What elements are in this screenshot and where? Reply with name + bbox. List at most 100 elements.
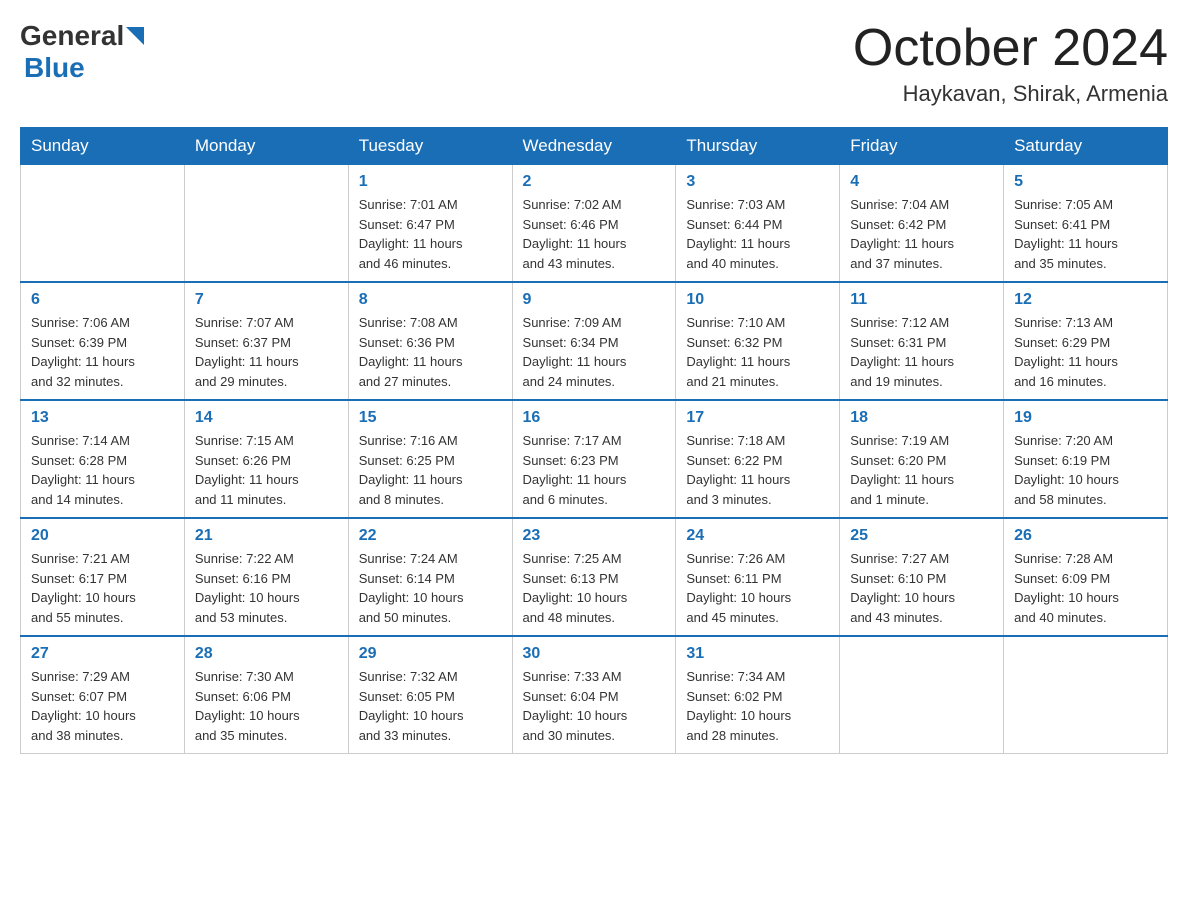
calendar-cell: 24 Sunrise: 7:26 AMSunset: 6:11 PMDayligh… [676, 518, 840, 636]
calendar-cell: 12Sunrise: 7:13 AMSunset: 6:29 PMDayligh… [1004, 282, 1168, 400]
day-info: Sunrise: 7:22 AMSunset: 6:16 PMDaylight:… [195, 549, 338, 627]
calendar-cell [184, 165, 348, 283]
calendar-cell: 18Sunrise: 7:19 AMSunset: 6:20 PMDayligh… [840, 400, 1004, 518]
logo-blue-text: Blue [24, 52, 85, 83]
day-number: 9 [523, 291, 666, 309]
calendar-cell: 22Sunrise: 7:24 AMSunset: 6:14 PMDayligh… [348, 518, 512, 636]
day-info: Sunrise: 7:14 AMSunset: 6:28 PMDaylight:… [31, 431, 174, 509]
day-info: Sunrise: 7:34 AMSunset: 6:02 PMDaylight:… [686, 667, 829, 745]
day-number: 26 [1014, 527, 1157, 545]
calendar-cell: 28 Sunrise: 7:30 AMSunset: 6:06 PMDayligh… [184, 636, 348, 754]
calendar-day-header: Sunday [21, 128, 185, 165]
calendar-cell: 8 Sunrise: 7:08 AMSunset: 6:36 PMDaylight… [348, 282, 512, 400]
day-number: 10 [686, 291, 829, 309]
calendar-cell: 13 Sunrise: 7:14 AMSunset: 6:28 PMDayligh… [21, 400, 185, 518]
calendar-cell: 6Sunrise: 7:06 AMSunset: 6:39 PMDaylight… [21, 282, 185, 400]
logo-triangle-icon [126, 27, 144, 45]
day-number: 19 [1014, 409, 1157, 427]
calendar-week-row: 13 Sunrise: 7:14 AMSunset: 6:28 PMDayligh… [21, 400, 1168, 518]
day-number: 2 [523, 173, 666, 191]
calendar-cell: 16 Sunrise: 7:17 AMSunset: 6:23 PMDayligh… [512, 400, 676, 518]
day-info: Sunrise: 7:05 AMSunset: 6:41 PMDaylight:… [1014, 195, 1157, 273]
day-number: 13 [31, 409, 174, 427]
calendar-cell: 31 Sunrise: 7:34 AMSunset: 6:02 PMDayligh… [676, 636, 840, 754]
day-info: Sunrise: 7:06 AMSunset: 6:39 PMDaylight:… [31, 313, 174, 391]
day-number: 31 [686, 645, 829, 663]
day-info: Sunrise: 7:09 AMSunset: 6:34 PMDaylight:… [523, 313, 666, 391]
day-info: Sunrise: 7:26 AMSunset: 6:11 PMDaylight:… [686, 549, 829, 627]
day-info: Sunrise: 7:04 AMSunset: 6:42 PMDaylight:… [850, 195, 993, 273]
day-number: 5 [1014, 173, 1157, 191]
month-title: October 2024 [853, 20, 1168, 77]
calendar-cell: 27 Sunrise: 7:29 AMSunset: 6:07 PMDayligh… [21, 636, 185, 754]
day-number: 29 [359, 645, 502, 663]
calendar-cell: 2 Sunrise: 7:02 AMSunset: 6:46 PMDaylight… [512, 165, 676, 283]
day-info: Sunrise: 7:12 AMSunset: 6:31 PMDaylight:… [850, 313, 993, 391]
calendar-cell: 11 Sunrise: 7:12 AMSunset: 6:31 PMDayligh… [840, 282, 1004, 400]
day-info: Sunrise: 7:01 AMSunset: 6:47 PMDaylight:… [359, 195, 502, 273]
calendar-week-row: 20 Sunrise: 7:21 AMSunset: 6:17 PMDayligh… [21, 518, 1168, 636]
day-number: 24 [686, 527, 829, 545]
day-number: 11 [850, 291, 993, 309]
calendar-week-row: 27 Sunrise: 7:29 AMSunset: 6:07 PMDayligh… [21, 636, 1168, 754]
calendar-table: SundayMondayTuesdayWednesdayThursdayFrid… [20, 127, 1168, 754]
calendar-day-header: Saturday [1004, 128, 1168, 165]
calendar-week-row: 6Sunrise: 7:06 AMSunset: 6:39 PMDaylight… [21, 282, 1168, 400]
day-info: Sunrise: 7:02 AMSunset: 6:46 PMDaylight:… [523, 195, 666, 273]
day-number: 20 [31, 527, 174, 545]
day-info: Sunrise: 7:30 AMSunset: 6:06 PMDaylight:… [195, 667, 338, 745]
day-info: Sunrise: 7:16 AMSunset: 6:25 PMDaylight:… [359, 431, 502, 509]
calendar-cell: 7Sunrise: 7:07 AMSunset: 6:37 PMDaylight… [184, 282, 348, 400]
calendar-header-row: SundayMondayTuesdayWednesdayThursdayFrid… [21, 128, 1168, 165]
day-info: Sunrise: 7:29 AMSunset: 6:07 PMDaylight:… [31, 667, 174, 745]
day-info: Sunrise: 7:15 AMSunset: 6:26 PMDaylight:… [195, 431, 338, 509]
calendar-day-header: Tuesday [348, 128, 512, 165]
calendar-cell: 19 Sunrise: 7:20 AMSunset: 6:19 PMDayligh… [1004, 400, 1168, 518]
day-info: Sunrise: 7:32 AMSunset: 6:05 PMDaylight:… [359, 667, 502, 745]
calendar-day-header: Monday [184, 128, 348, 165]
day-info: Sunrise: 7:10 AMSunset: 6:32 PMDaylight:… [686, 313, 829, 391]
calendar-week-row: 1 Sunrise: 7:01 AMSunset: 6:47 PMDaylight… [21, 165, 1168, 283]
calendar-cell: 21 Sunrise: 7:22 AMSunset: 6:16 PMDayligh… [184, 518, 348, 636]
calendar-cell: 26 Sunrise: 7:28 AMSunset: 6:09 PMDayligh… [1004, 518, 1168, 636]
calendar-cell: 25Sunrise: 7:27 AMSunset: 6:10 PMDayligh… [840, 518, 1004, 636]
day-number: 21 [195, 527, 338, 545]
day-number: 3 [686, 173, 829, 191]
day-number: 8 [359, 291, 502, 309]
location-text: Haykavan, Shirak, Armenia [853, 81, 1168, 107]
page-header: General Blue October 2024 Haykavan, Shir… [20, 20, 1168, 107]
calendar-cell: 30Sunrise: 7:33 AMSunset: 6:04 PMDayligh… [512, 636, 676, 754]
calendar-cell: 4Sunrise: 7:04 AMSunset: 6:42 PMDaylight… [840, 165, 1004, 283]
calendar-cell: 10 Sunrise: 7:10 AMSunset: 6:32 PMDayligh… [676, 282, 840, 400]
calendar-cell: 29 Sunrise: 7:32 AMSunset: 6:05 PMDayligh… [348, 636, 512, 754]
day-number: 16 [523, 409, 666, 427]
logo: General Blue [20, 20, 144, 84]
calendar-cell: 9 Sunrise: 7:09 AMSunset: 6:34 PMDaylight… [512, 282, 676, 400]
day-info: Sunrise: 7:20 AMSunset: 6:19 PMDaylight:… [1014, 431, 1157, 509]
calendar-cell [1004, 636, 1168, 754]
day-number: 18 [850, 409, 993, 427]
day-number: 28 [195, 645, 338, 663]
calendar-day-header: Wednesday [512, 128, 676, 165]
day-info: Sunrise: 7:13 AMSunset: 6:29 PMDaylight:… [1014, 313, 1157, 391]
calendar-cell: 17 Sunrise: 7:18 AMSunset: 6:22 PMDayligh… [676, 400, 840, 518]
calendar-cell [21, 165, 185, 283]
day-info: Sunrise: 7:21 AMSunset: 6:17 PMDaylight:… [31, 549, 174, 627]
day-number: 25 [850, 527, 993, 545]
day-info: Sunrise: 7:28 AMSunset: 6:09 PMDaylight:… [1014, 549, 1157, 627]
calendar-cell: 23Sunrise: 7:25 AMSunset: 6:13 PMDayligh… [512, 518, 676, 636]
day-number: 14 [195, 409, 338, 427]
calendar-cell: 3Sunrise: 7:03 AMSunset: 6:44 PMDaylight… [676, 165, 840, 283]
day-info: Sunrise: 7:08 AMSunset: 6:36 PMDaylight:… [359, 313, 502, 391]
day-info: Sunrise: 7:33 AMSunset: 6:04 PMDaylight:… [523, 667, 666, 745]
day-number: 1 [359, 173, 502, 191]
calendar-cell: 15Sunrise: 7:16 AMSunset: 6:25 PMDayligh… [348, 400, 512, 518]
day-number: 27 [31, 645, 174, 663]
day-number: 17 [686, 409, 829, 427]
day-info: Sunrise: 7:17 AMSunset: 6:23 PMDaylight:… [523, 431, 666, 509]
calendar-cell: 5 Sunrise: 7:05 AMSunset: 6:41 PMDaylight… [1004, 165, 1168, 283]
calendar-cell: 20 Sunrise: 7:21 AMSunset: 6:17 PMDayligh… [21, 518, 185, 636]
title-section: October 2024 Haykavan, Shirak, Armenia [853, 20, 1168, 107]
calendar-cell [840, 636, 1004, 754]
day-info: Sunrise: 7:18 AMSunset: 6:22 PMDaylight:… [686, 431, 829, 509]
